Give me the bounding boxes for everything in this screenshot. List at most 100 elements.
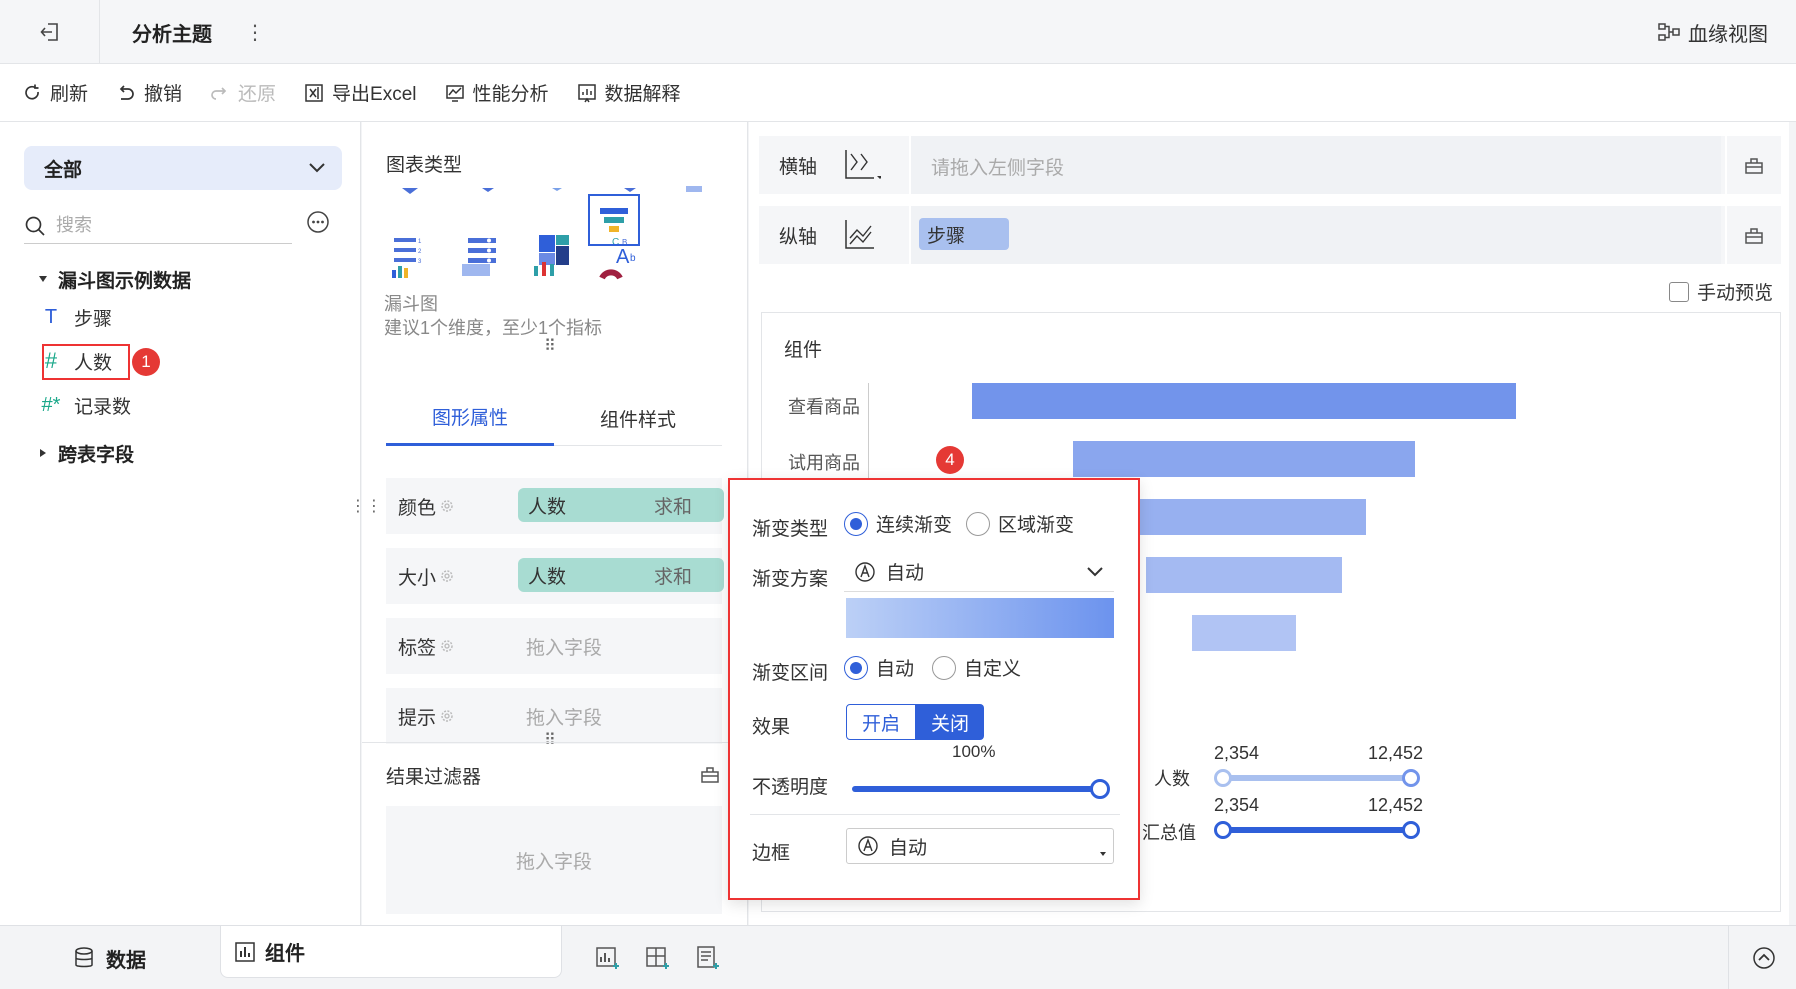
chevron-down-icon	[1087, 566, 1103, 576]
funnel-label-1: 查看商品	[788, 397, 860, 417]
text-field-icon: T	[44, 305, 58, 328]
tooltip-drop-zone[interactable]: 拖入字段	[526, 703, 602, 730]
refresh-button[interactable]: 刷新	[22, 79, 88, 106]
performance-analysis-button[interactable]: 性能分析	[445, 79, 549, 106]
size-field-pill[interactable]: 人数 求和	[518, 558, 724, 592]
size-label: 大小	[398, 563, 460, 590]
redo-button[interactable]: 还原	[210, 79, 276, 106]
effect-toggle: 开启 关闭	[846, 704, 984, 740]
bottom-bar: 数据 组件	[0, 925, 1796, 989]
chart-type-funnel-icon[interactable]	[588, 194, 640, 246]
radio-range-auto[interactable]: 自动	[844, 654, 914, 681]
legend-people-track	[1222, 775, 1412, 781]
x-axis-label: 横轴	[779, 136, 882, 194]
chart-name: 漏斗图	[384, 294, 438, 314]
undo-button[interactable]: 撤销	[116, 79, 182, 106]
funnel-bar-3[interactable]	[1121, 499, 1367, 535]
field-record-count[interactable]: #* 记录数	[40, 390, 131, 420]
data-explain-icon	[577, 83, 596, 102]
tree-group-funnel-data[interactable]: 漏斗图示例数据	[38, 264, 191, 294]
label-label: 标签	[398, 633, 460, 660]
search-box	[24, 208, 292, 244]
tab-component-style[interactable]: 组件样式	[554, 390, 722, 446]
resize-handle[interactable]: ⠿	[544, 336, 557, 356]
y-axis-label: 纵轴	[779, 206, 881, 264]
add-chart-icon[interactable]	[596, 946, 620, 970]
legend-people-max-handle[interactable]	[1402, 769, 1420, 787]
y-axis-drop-zone[interactable]: 步骤	[909, 206, 1721, 264]
gradient-scheme-select[interactable]: 自动	[844, 552, 1114, 592]
legend-total-min-handle[interactable]	[1214, 821, 1232, 839]
gear-icon[interactable]	[439, 498, 455, 514]
more-menu-button[interactable]: ⋮	[240, 0, 270, 64]
lock-icon	[1745, 228, 1763, 244]
x-axis-icon[interactable]	[843, 148, 882, 182]
auto-icon	[858, 836, 878, 856]
field-panel: 全部 漏斗图示例数据 T 步骤 # 人数 1 #* 记录数 跨表字段	[0, 122, 361, 925]
data-explain-button[interactable]: 数据解释	[577, 79, 681, 106]
funnel-bar-5[interactable]	[1192, 615, 1296, 651]
y-axis-lock-button[interactable]	[1725, 206, 1781, 264]
tab-graphic-properties[interactable]: 图形属性	[386, 390, 554, 446]
opacity-value: 100%	[952, 742, 996, 761]
tree-group-cross-table[interactable]: 跨表字段	[38, 438, 134, 468]
gear-icon[interactable]	[439, 638, 455, 654]
legend-people-min-handle[interactable]	[1214, 769, 1232, 787]
border-label: 边框	[752, 843, 791, 864]
legend-total-max-handle[interactable]	[1402, 821, 1420, 839]
effect-on-button[interactable]: 开启	[846, 704, 916, 740]
result-filter-drop-zone[interactable]: 拖入字段	[386, 806, 722, 914]
gradient-type-options: 连续渐变 区域渐变	[844, 510, 1074, 537]
manual-preview-checkbox[interactable]	[1668, 281, 1689, 302]
border-select[interactable]: 自动	[846, 828, 1114, 864]
effect-off-button[interactable]: 关闭	[916, 704, 984, 740]
lineage-view-button[interactable]: 血缘视图	[1658, 0, 1768, 64]
chevron-down-icon	[309, 163, 325, 173]
search-input[interactable]	[56, 215, 256, 236]
x-axis-drop-zone[interactable]: 请拖入左侧字段	[909, 136, 1721, 194]
radio-area-gradient[interactable]: 区域渐变	[966, 510, 1074, 537]
chart-config-panel: 图表类型 123 CBAb 漏斗图 建议1个维度，至少1个指标 ⠿ 图形属性 组…	[350, 122, 1060, 925]
y-axis-icon[interactable]	[843, 218, 881, 252]
funnel-bar-4[interactable]	[1146, 557, 1342, 593]
add-table-icon[interactable]	[696, 946, 720, 970]
toolbar: 刷新 撤销 还原 导出Excel 性能分析 数据解释	[0, 64, 1796, 122]
opacity-slider-handle[interactable]	[1090, 779, 1110, 799]
lineage-icon	[1658, 23, 1680, 41]
resize-handle-2[interactable]: ⠿	[544, 730, 556, 750]
gear-icon[interactable]	[439, 568, 455, 584]
collapse-up-icon[interactable]	[1752, 946, 1776, 970]
tab-data[interactable]: 数据	[0, 926, 220, 989]
radio-continuous-gradient[interactable]: 连续渐变	[844, 510, 952, 537]
add-layout-icon[interactable]	[646, 946, 670, 970]
label-drop-zone[interactable]: 拖入字段	[526, 633, 602, 660]
color-field-pill[interactable]: 人数 求和	[518, 488, 724, 522]
tab-component[interactable]: 组件	[220, 926, 562, 978]
exit-button[interactable]	[0, 0, 100, 64]
caret-down-icon	[1100, 852, 1106, 856]
radio-range-custom[interactable]: 自定义	[932, 654, 1021, 681]
scope-dropdown[interactable]: 全部	[24, 146, 342, 190]
top-bar: 分析主题 ⋮ 血缘视图	[0, 0, 1796, 64]
y-axis-field-pill[interactable]: 步骤	[919, 218, 1009, 250]
card-title: 组件	[784, 340, 823, 361]
color-label: 颜色	[398, 493, 460, 520]
result-filter-label: 结果过滤器	[386, 767, 482, 788]
field-step[interactable]: T 步骤	[40, 302, 112, 332]
panel-splitter[interactable]: ⋮⋮	[350, 496, 382, 516]
gradient-preview-bar	[846, 598, 1114, 638]
more-options-button[interactable]	[306, 210, 330, 234]
filter-lock-icon[interactable]	[700, 764, 720, 784]
funnel-bar-1[interactable]	[972, 383, 1516, 419]
opacity-slider[interactable]	[852, 779, 1110, 799]
caret-right-icon	[40, 449, 46, 457]
x-axis-lock-button[interactable]	[1725, 136, 1781, 194]
gear-icon[interactable]	[439, 708, 455, 724]
opacity-label: 不透明度	[752, 777, 829, 798]
svg-text:2: 2	[418, 249, 422, 255]
export-excel-button[interactable]: 导出Excel	[304, 79, 417, 106]
caret-down-icon	[39, 276, 47, 282]
funnel-bar-2[interactable]	[1072, 441, 1416, 477]
manual-preview-toggle[interactable]: 手动预览	[1668, 278, 1773, 305]
highlight-box-1	[42, 344, 130, 380]
